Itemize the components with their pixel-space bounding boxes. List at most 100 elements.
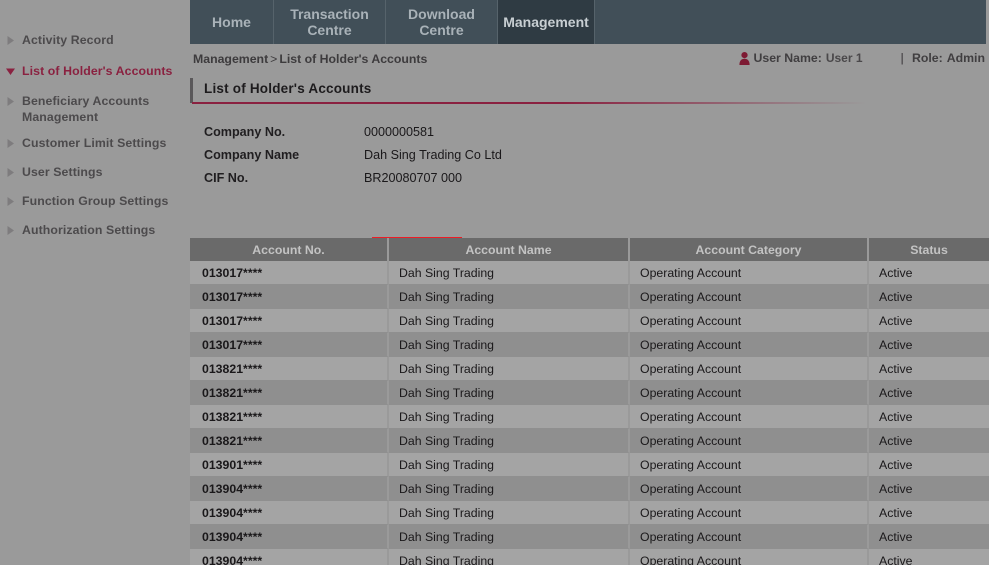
cell-account-no: 013017****: [190, 285, 389, 309]
table-row[interactable]: 013821**** Dah Sing Trading Operating Acco…: [190, 357, 989, 381]
sidebar-item-authorization-settings[interactable]: Authorization Settings: [6, 222, 188, 238]
cell-account-name: Dah Sing Trading: [389, 429, 630, 453]
company-name-row: Company Name Dah Sing Trading Co Ltd: [204, 143, 624, 166]
table-row[interactable]: 013821**** Dah Sing Trading Operating Acco…: [190, 381, 989, 405]
sidebar-item-beneficiary-accounts-management[interactable]: Beneficiary Accounts Management: [6, 93, 188, 125]
cell-account-no: 013904****: [190, 549, 389, 565]
cell-account-no: 013821****: [190, 405, 389, 429]
sidebar-item-label: User Settings: [22, 165, 103, 179]
cell-account-no: 013821****: [190, 429, 389, 453]
company-no-label: Company No.: [204, 124, 286, 139]
table-row[interactable]: 013904**** Dah Sing Trading Operating Acco…: [190, 501, 989, 525]
table-row[interactable]: 013904**** Dah Sing Trading Operating Acco…: [190, 525, 989, 549]
accounts-table-header-row: Account No. Account Name Account Categor…: [190, 238, 989, 261]
cell-account-no: 013904****: [190, 501, 389, 525]
cell-account-name: Dah Sing Trading: [389, 549, 630, 565]
cell-status: Active: [869, 309, 989, 333]
sidebar-item-function-group-settings[interactable]: Function Group Settings: [6, 193, 188, 209]
tab-home[interactable]: Home: [190, 0, 274, 44]
cell-account-no: 013017****: [190, 333, 389, 357]
table-row[interactable]: 013017**** Dah Sing Trading Operating Acco…: [190, 285, 989, 309]
cell-account-category: Operating Account: [630, 429, 869, 453]
sidebar-item-list-of-holder-s-accounts[interactable]: List of Holder's Accounts: [6, 63, 188, 79]
cell-account-no: 013904****: [190, 477, 389, 501]
cell-account-category: Operating Account: [630, 453, 869, 477]
chevron-down-icon: [6, 67, 15, 76]
column-header-account-name[interactable]: Account Name: [389, 238, 630, 261]
cell-account-name: Dah Sing Trading: [389, 357, 630, 381]
tab-management[interactable]: Management: [498, 0, 595, 44]
tab-home-label: Home: [212, 14, 251, 30]
table-row[interactable]: 013017**** Dah Sing Trading Operating Acco…: [190, 333, 989, 357]
cell-status: Active: [869, 501, 989, 525]
cell-account-no: 013901****: [190, 453, 389, 477]
cell-status: Active: [869, 429, 989, 453]
cell-account-category: Operating Account: [630, 261, 869, 285]
cell-account-name: Dah Sing Trading: [389, 501, 630, 525]
cell-status: Active: [869, 381, 989, 405]
breadcrumb-row: Management > List of Holder's Accounts Use…: [190, 50, 989, 74]
tab-transaction-centre[interactable]: Transaction Centre: [274, 0, 386, 44]
sidebar-item-label: Function Group Settings: [22, 194, 169, 208]
cell-account-no: 013821****: [190, 357, 389, 381]
company-no-value: 0000000581: [364, 124, 435, 139]
column-header-status[interactable]: Status: [869, 238, 989, 261]
cell-account-name: Dah Sing Trading: [389, 525, 630, 549]
cell-account-name: Dah Sing Trading: [389, 261, 630, 285]
page-title-accent-bar: [190, 78, 193, 103]
cell-status: Active: [869, 333, 989, 357]
accounts-table-head: Account No. Account Name Account Categor…: [190, 238, 989, 261]
table-row[interactable]: 013017**** Dah Sing Trading Operating Acco…: [190, 309, 989, 333]
main-content: Management > List of Holder's Accounts Use…: [190, 44, 989, 565]
table-row[interactable]: 013017**** Dah Sing Trading Operating Acco…: [190, 261, 989, 285]
column-header-account-category[interactable]: Account Category: [630, 238, 869, 261]
cell-account-no: 013017****: [190, 309, 389, 333]
cell-account-name: Dah Sing Trading: [389, 381, 630, 405]
chevron-right-icon: [6, 139, 15, 148]
chevron-right-icon: [6, 197, 15, 206]
sidebar-item-activity-record[interactable]: Activity Record: [6, 32, 188, 48]
cell-account-category: Operating Account: [630, 285, 869, 309]
cell-status: Active: [869, 285, 989, 309]
breadcrumb: Management > List of Holder's Accounts: [193, 52, 427, 66]
tab-download-centre-label: Download Centre: [408, 6, 475, 38]
cell-account-name: Dah Sing Trading: [389, 333, 630, 357]
table-row[interactable]: 013904**** Dah Sing Trading Operating Acco…: [190, 477, 989, 501]
sidebar-item-customer-limit-settings[interactable]: Customer Limit Settings: [6, 135, 188, 151]
table-row[interactable]: 013901**** Dah Sing Trading Operating Acco…: [190, 453, 989, 477]
accounts-table: Account No. Account Name Account Categor…: [190, 238, 989, 565]
cell-account-name: Dah Sing Trading: [389, 285, 630, 309]
column-header-account-no[interactable]: Account No.: [190, 238, 389, 261]
table-row[interactable]: 013821**** Dah Sing Trading Operating Acco…: [190, 405, 989, 429]
role-label: Role:: [911, 51, 943, 65]
cell-account-category: Operating Account: [630, 405, 869, 429]
cell-account-category: Operating Account: [630, 357, 869, 381]
cell-account-name: Dah Sing Trading: [389, 405, 630, 429]
chevron-right-icon: [6, 226, 15, 235]
accounts-table-body: 013017**** Dah Sing Trading Operating Acco…: [190, 261, 989, 565]
cell-status: Active: [869, 453, 989, 477]
user-info: User Name: User 1 | Role: Admin: [739, 51, 985, 65]
breadcrumb-separator: >: [270, 52, 278, 66]
user-name-label: User Name:: [753, 51, 822, 65]
sidebar-item-label: Activity Record: [22, 33, 114, 47]
table-row[interactable]: 013904**** Dah Sing Trading Operating Acco…: [190, 549, 989, 565]
breadcrumb-root[interactable]: Management: [193, 52, 268, 66]
application-window: Activity Record List of Holder's Accounts…: [0, 0, 989, 565]
chevron-right-icon: [6, 36, 15, 45]
chevron-right-icon: [6, 97, 15, 106]
sidebar-item-label: Customer Limit Settings: [22, 136, 167, 150]
cell-account-category: Operating Account: [630, 549, 869, 565]
cell-account-category: Operating Account: [630, 309, 869, 333]
cell-account-name: Dah Sing Trading: [389, 453, 630, 477]
cell-status: Active: [869, 549, 989, 565]
user-name-value: User 1: [825, 51, 863, 65]
sidebar-item-user-settings[interactable]: User Settings: [6, 164, 188, 180]
cell-account-category: Operating Account: [630, 501, 869, 525]
tab-download-centre[interactable]: Download Centre: [386, 0, 498, 44]
cif-no-row: CIF No. BR20080707 000: [204, 166, 624, 189]
sidebar-item-label: Authorization Settings: [22, 223, 156, 237]
sidebar-item-label: Beneficiary Accounts Management: [22, 94, 150, 124]
table-row[interactable]: 013821**** Dah Sing Trading Operating Acco…: [190, 429, 989, 453]
role-value: Admin: [946, 51, 985, 65]
